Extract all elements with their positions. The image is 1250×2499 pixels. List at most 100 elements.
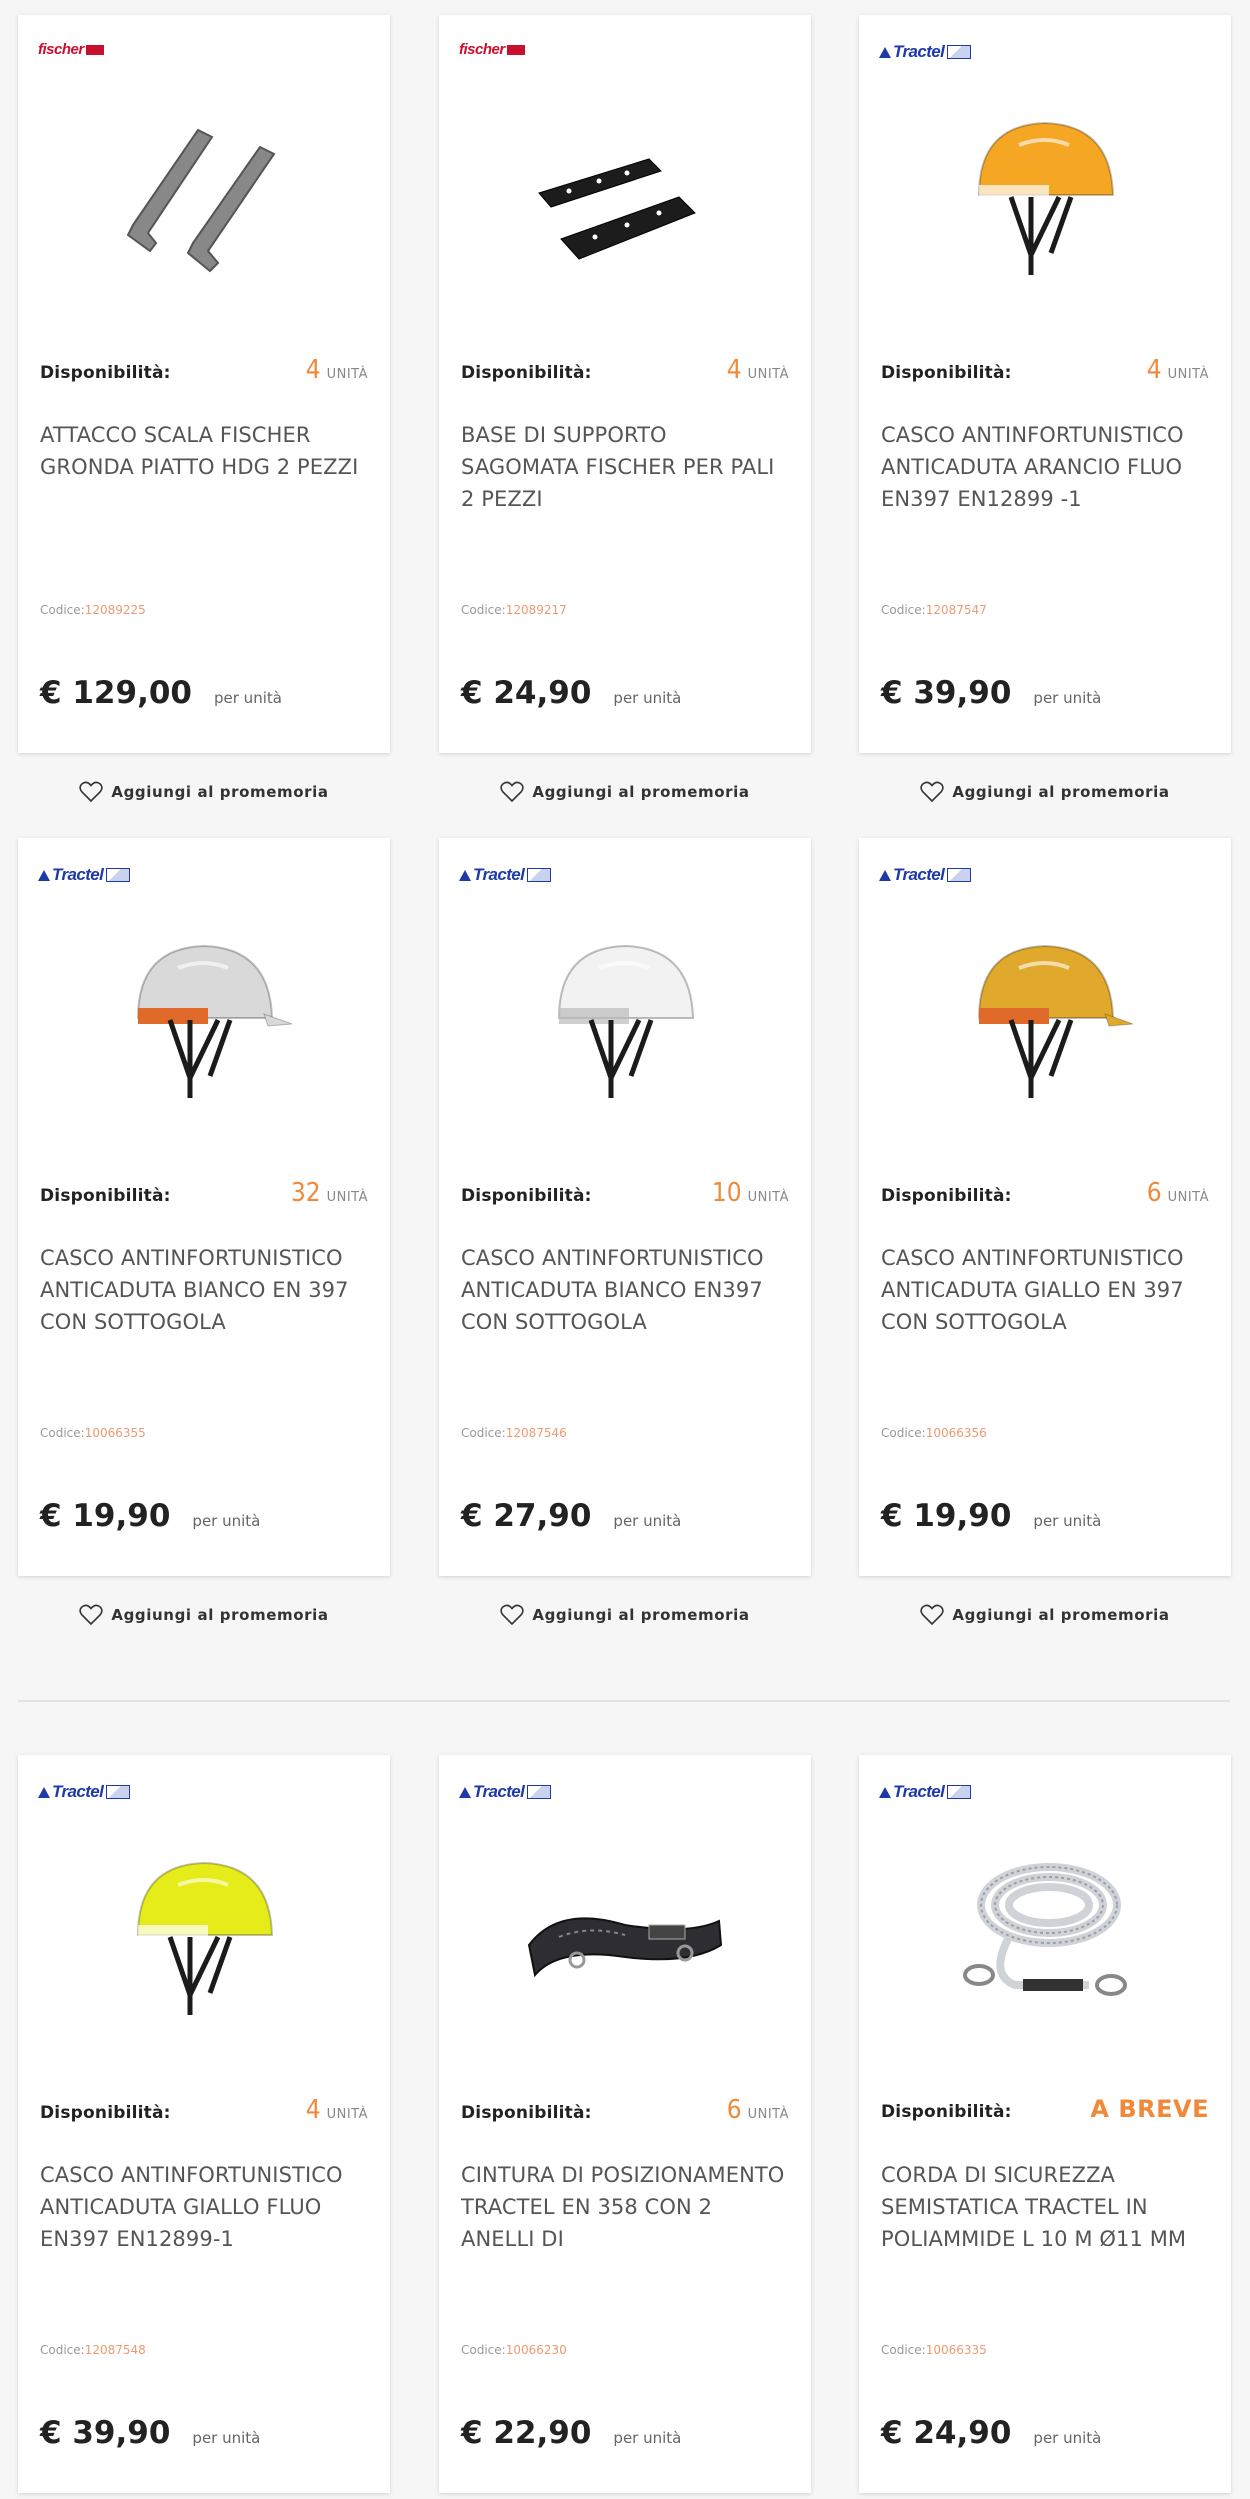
- product-card[interactable]: Tractel Disponibilità: 4 UNITÀ CASCO ANTI…: [18, 1755, 390, 2493]
- availability-label: Disponibilità:: [40, 2103, 171, 2123]
- heart-icon: [920, 781, 945, 803]
- per-unit-label: per unità: [613, 2429, 682, 2447]
- product-price: € 27,90: [461, 1498, 592, 1534]
- availability-unit: UNITÀ: [326, 367, 368, 382]
- per-unit-label: per unità: [1033, 689, 1102, 707]
- product-title[interactable]: ATTACCO SCALA FISCHER GRONDA PIATTO HDG …: [40, 419, 368, 506]
- brand-logo-tractel: Tractel: [879, 39, 972, 65]
- brand-logo-fischer: fischer: [38, 39, 104, 65]
- availability-row: Disponibilità: 4 UNITÀ: [461, 355, 789, 385]
- product-price: € 24,90: [881, 2415, 1012, 2451]
- availability-label: Disponibilità:: [881, 363, 1012, 383]
- orange-helmet-icon[interactable]: [919, 85, 1171, 315]
- product-card[interactable]: fischer Disponibilità: 4 UNITÀ BASE DI SU…: [439, 15, 811, 753]
- product-card[interactable]: Tractel Disponibilità: 6 UNITÀ CINTURA DI…: [439, 1755, 811, 2493]
- availability-row: Disponibilità: 6 UNITÀ: [881, 1178, 1209, 1208]
- white-helmet-visor-icon[interactable]: [78, 908, 330, 1138]
- product-card[interactable]: Tractel Disponibilità: 4 UNITÀ CASCO ANTI…: [859, 15, 1231, 753]
- yellow-helmet-visor-icon[interactable]: [919, 908, 1171, 1138]
- availability-label: Disponibilità:: [461, 2103, 592, 2123]
- product-code: Codice:10066230: [461, 2343, 567, 2357]
- heart-icon: [920, 1604, 945, 1626]
- add-to-wishlist-button[interactable]: Aggiungi al promemoria: [439, 1598, 811, 1632]
- price-row: € 39,90 per unità: [881, 675, 1101, 711]
- per-unit-label: per unità: [1033, 2429, 1102, 2447]
- safety-rope-icon[interactable]: [919, 1825, 1171, 2055]
- product-price: € 39,90: [881, 675, 1012, 711]
- product-code: Codice:12087546: [461, 1426, 567, 1440]
- availability-label: Disponibilità:: [461, 363, 592, 383]
- availability-unit: UNITÀ: [326, 1190, 368, 1205]
- white-helmet-icon[interactable]: [499, 908, 751, 1138]
- availability-label: Disponibilità:: [881, 1186, 1012, 1206]
- product-card[interactable]: Tractel Disponibilità: 6 UNITÀ CASCO ANTI…: [859, 838, 1231, 1576]
- brand-logo-fischer: fischer: [459, 39, 525, 65]
- harness-belt-icon[interactable]: [499, 1825, 751, 2055]
- price-row: € 19,90 per unità: [881, 1498, 1101, 1534]
- availability-count: 4: [305, 355, 321, 385]
- product-title[interactable]: CORDA DI SICUREZZA SEMISTATICA TRACTEL I…: [881, 2159, 1209, 2246]
- product-code: Codice:12087548: [40, 2343, 146, 2357]
- product-price: € 22,90: [461, 2415, 592, 2451]
- ladder-bracket-icon[interactable]: [78, 85, 330, 315]
- heart-icon: [500, 781, 525, 803]
- add-to-wishlist-button[interactable]: Aggiungi al promemoria: [18, 775, 390, 809]
- availability-row: Disponibilità: A BREVE: [881, 2095, 1209, 2125]
- availability-unit: UNITÀ: [747, 2107, 789, 2122]
- product-card[interactable]: fischer Disponibilità: 4 UNITÀ ATTACCO SC…: [18, 15, 390, 753]
- brand-logo-tractel: Tractel: [459, 1779, 552, 1805]
- add-to-wishlist-button[interactable]: Aggiungi al promemoria: [859, 1598, 1231, 1632]
- availability-unit: UNITÀ: [326, 2107, 368, 2122]
- product-title[interactable]: CINTURA DI POSIZIONAMENTO TRACTEL EN 358…: [461, 2159, 789, 2246]
- product-title[interactable]: CASCO ANTINFORTUNISTICO ANTICADUTA BIANC…: [461, 1242, 789, 1329]
- price-row: € 27,90 per unità: [461, 1498, 681, 1534]
- price-row: € 39,90 per unità: [40, 2415, 260, 2451]
- availability-row: Disponibilità: 4 UNITÀ: [40, 355, 368, 385]
- product-code: Codice:10066356: [881, 1426, 987, 1440]
- availability-unit: UNITÀ: [747, 367, 789, 382]
- yellow-fluo-helmet-icon[interactable]: [78, 1825, 330, 2055]
- product-title[interactable]: CASCO ANTINFORTUNISTICO ANTICADUTA GIALL…: [881, 1242, 1209, 1329]
- product-price: € 19,90: [881, 1498, 1012, 1534]
- product-code: Codice:12087547: [881, 603, 987, 617]
- price-row: € 19,90 per unità: [40, 1498, 260, 1534]
- availability-count: 6: [726, 2095, 742, 2125]
- product-card[interactable]: Tractel Disponibilità: 32 UNITÀ CASCO ANT…: [18, 838, 390, 1576]
- availability-count: 4: [305, 2095, 321, 2125]
- heart-icon: [79, 1604, 104, 1626]
- product-title[interactable]: CASCO ANTINFORTUNISTICO ANTICADUTA GIALL…: [40, 2159, 368, 2246]
- product-price: € 39,90: [40, 2415, 171, 2451]
- brand-logo-tractel: Tractel: [459, 862, 552, 888]
- availability-soon: A BREVE: [1090, 2095, 1209, 2123]
- per-unit-label: per unità: [1033, 1512, 1102, 1530]
- per-unit-label: per unità: [214, 689, 282, 707]
- product-code: Codice:10066335: [881, 2343, 987, 2357]
- add-to-wishlist-button[interactable]: Aggiungi al promemoria: [18, 1598, 390, 1632]
- add-to-wishlist-button[interactable]: Aggiungi al promemoria: [439, 775, 811, 809]
- product-code: Codice:12089217: [461, 603, 567, 617]
- heart-icon: [500, 1604, 525, 1626]
- availability-label: Disponibilità:: [461, 1186, 592, 1206]
- section-divider: [18, 1700, 1230, 1702]
- availability-unit: UNITÀ: [1167, 1190, 1209, 1205]
- brand-logo-tractel: Tractel: [38, 862, 131, 888]
- product-title[interactable]: CASCO ANTINFORTUNISTICO ANTICADUTA BIANC…: [40, 1242, 368, 1329]
- price-row: € 22,90 per unità: [461, 2415, 681, 2451]
- availability-row: Disponibilità: 32 UNITÀ: [40, 1178, 368, 1208]
- brand-logo-tractel: Tractel: [879, 1779, 972, 1805]
- price-row: € 24,90 per unità: [461, 675, 681, 711]
- availability-count: 6: [1146, 1178, 1162, 1208]
- brand-logo-tractel: Tractel: [879, 862, 972, 888]
- product-title[interactable]: BASE DI SUPPORTO SAGOMATA FISCHER PER PA…: [461, 419, 789, 506]
- product-card[interactable]: Tractel Disponibilità: A BREVE CORDA DI …: [859, 1755, 1231, 2493]
- product-title[interactable]: CASCO ANTINFORTUNISTICO ANTICADUTA ARANC…: [881, 419, 1209, 506]
- product-card[interactable]: Tractel Disponibilità: 10 UNITÀ CASCO ANT…: [439, 838, 811, 1576]
- availability-unit: UNITÀ: [1167, 367, 1209, 382]
- availability-row: Disponibilità: 4 UNITÀ: [40, 2095, 368, 2125]
- product-price: € 19,90: [40, 1498, 171, 1534]
- brand-logo-tractel: Tractel: [38, 1779, 131, 1805]
- support-plate-icon[interactable]: [499, 85, 751, 315]
- add-to-wishlist-button[interactable]: Aggiungi al promemoria: [859, 775, 1231, 809]
- availability-label: Disponibilità:: [40, 363, 171, 383]
- availability-label: Disponibilità:: [881, 2102, 1012, 2122]
